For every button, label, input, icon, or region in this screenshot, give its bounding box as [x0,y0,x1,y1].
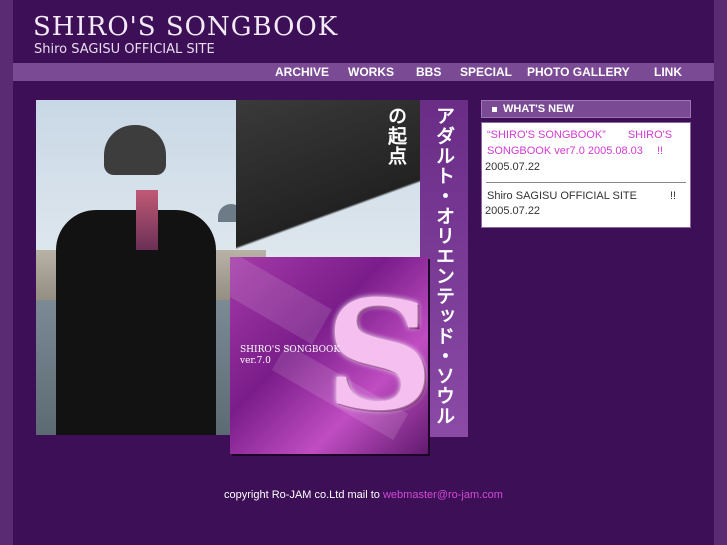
nav-bbs[interactable]: BBS [416,63,441,81]
site-subtitle: Shiro SAGISU OFFICIAL SITE [34,42,215,57]
cd-cover-image[interactable]: S SHIRO'S SONGBOOK ver.7.0 [230,257,428,454]
news-item-link[interactable]: “SHIRO'S SONGBOOK” SHIRO'S SONGBOOK ver7… [487,127,685,159]
whats-new-box: “SHIRO'S SONGBOOK” SHIRO'S SONGBOOK ver7… [481,122,691,228]
nav-photo-gallery[interactable]: PHOTO GALLERY [527,63,630,81]
news-item-date: 2005.07.22 [485,161,541,173]
site-title: SHIRO'S SONGBOOK [33,12,339,42]
whats-new-title: WHAT'S NEW [503,103,574,115]
nav-special[interactable]: SPECIAL [460,63,512,81]
photo-person-scarf [136,190,158,250]
nav-bar: ARCHIVE WORKS BBS SPECIAL PHOTO GALLERY … [13,63,714,81]
news-item-text: Shiro SAGISU OFFICIAL SITE !! [487,190,677,202]
square-bullet-icon [492,107,497,112]
cd-dollar-logo: S [325,268,428,444]
left-border [0,0,13,545]
whats-new-header: WHAT'S NEW [481,100,691,118]
news-item-date: 2005.07.22 [485,205,541,217]
cd-facet [230,257,332,345]
right-border [714,0,727,545]
nav-archive[interactable]: ARCHIVE [275,63,329,81]
cd-title: SHIRO'S SONGBOOK [240,345,341,355]
news-divider [486,182,686,183]
nav-link[interactable]: LINK [654,63,682,81]
cd-version: ver.7.0 [240,356,271,366]
photo-person-hat [104,125,166,175]
footer-copyright: copyright Ro-JAM co.Ltd mail to [224,489,383,501]
footer-email-link[interactable]: webmaster@ro-jam.com [383,489,503,501]
nav-works[interactable]: WORKS [348,63,394,81]
footer: copyright Ro-JAM co.Ltd mail to webmaste… [0,489,727,501]
